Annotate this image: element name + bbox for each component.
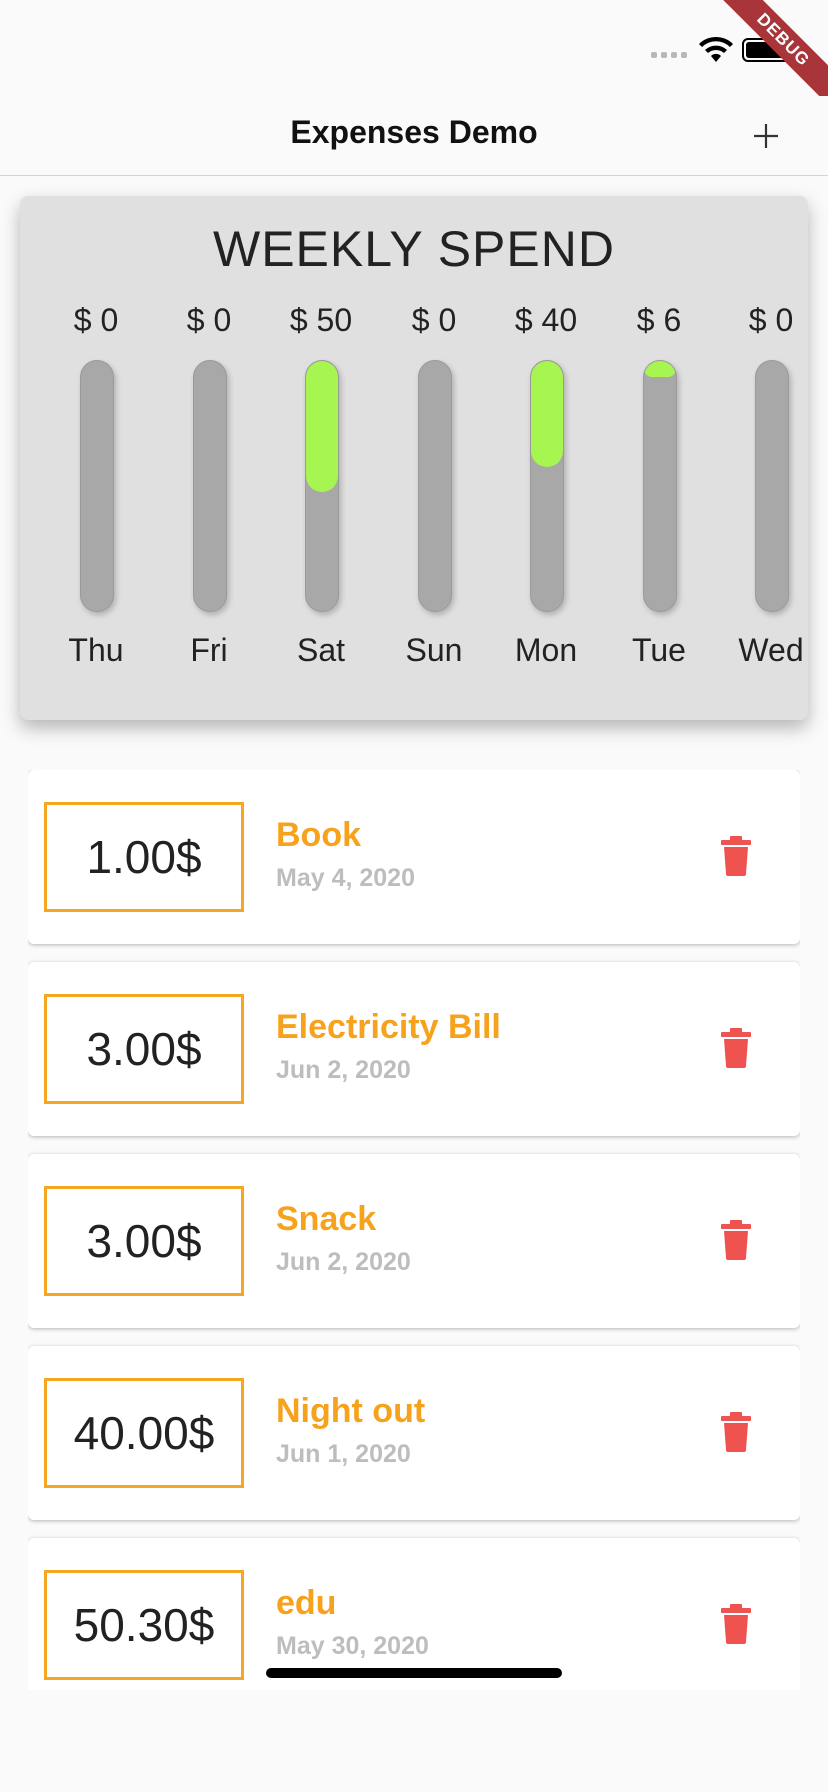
- bar-fill: [644, 361, 676, 377]
- bar-amount-label: $ 40: [514, 302, 578, 338]
- expense-title: Book: [276, 816, 361, 854]
- expense-title: edu: [276, 1584, 337, 1622]
- bar-track: [530, 360, 564, 612]
- bar-amount-label: $ 0: [411, 302, 457, 338]
- chart-bar-mon: $ 40 Mon: [490, 302, 602, 682]
- trash-icon: [720, 1028, 752, 1072]
- delete-expense-button[interactable]: [720, 1220, 752, 1260]
- bar-track: [305, 360, 339, 612]
- bar-day-label: Fri: [190, 632, 228, 668]
- trash-icon: [720, 1220, 752, 1264]
- expense-item[interactable]: 3.00$ Electricity Bill Jun 2, 2020: [28, 962, 800, 1136]
- expense-amount: 1.00$: [44, 802, 244, 912]
- bar-track: [418, 360, 452, 612]
- expense-item[interactable]: 1.00$ Book May 4, 2020: [28, 770, 800, 944]
- bar-fill: [306, 361, 338, 493]
- bar-amount-label: $ 0: [186, 302, 232, 338]
- delete-expense-button[interactable]: [720, 1412, 752, 1452]
- bar-amount-label: $ 0: [748, 302, 794, 338]
- chart-bar-thu: $ 0 Thu: [40, 302, 152, 682]
- expense-amount: 3.00$: [44, 1186, 244, 1296]
- page-title: Expenses Demo: [290, 114, 538, 150]
- bar-day-label: Wed: [738, 632, 804, 668]
- expense-list: 1.00$ Book May 4, 2020 3.00$ Electricity Bil…: [28, 770, 800, 1690]
- expense-item[interactable]: 40.00$ Night out Jun 1, 2020: [28, 1346, 800, 1520]
- expense-amount: 40.00$: [44, 1378, 244, 1488]
- expense-amount: 50.30$: [44, 1570, 244, 1680]
- chart-bar-sun: $ 0 Sun: [378, 302, 490, 682]
- plus-icon: [754, 124, 778, 148]
- bar-day-label: Mon: [514, 632, 578, 668]
- bar-track: [755, 360, 789, 612]
- chart-bar-sat: $ 50 Sat: [265, 302, 377, 682]
- bar-day-label: Tue: [632, 632, 686, 668]
- expense-item[interactable]: 3.00$ Snack Jun 2, 2020: [28, 1154, 800, 1328]
- bar-day-label: Sat: [296, 632, 346, 668]
- debug-banner: DEBUG: [718, 0, 828, 110]
- trash-icon: [720, 836, 752, 880]
- delete-expense-button[interactable]: [720, 836, 752, 876]
- bar-day-label: Sun: [405, 632, 463, 668]
- expense-date: May 4, 2020: [276, 864, 415, 892]
- chart-bar-wed: $ 0 Wed: [715, 302, 827, 682]
- bar-amount-label: $ 50: [289, 302, 353, 338]
- expense-date: Jun 2, 2020: [276, 1056, 411, 1084]
- expense-amount: 3.00$: [44, 994, 244, 1104]
- add-expense-button[interactable]: [744, 114, 788, 158]
- debug-banner-label: DEBUG: [718, 0, 828, 110]
- expense-date: Jun 2, 2020: [276, 1248, 411, 1276]
- expense-date: May 30, 2020: [276, 1632, 429, 1660]
- expense-title: Electricity Bill: [276, 1008, 501, 1046]
- bar-amount-label: $ 6: [636, 302, 682, 338]
- bar-track: [80, 360, 114, 612]
- expense-title: Snack: [276, 1200, 377, 1238]
- bar-track: [193, 360, 227, 612]
- chart-bar-fri: $ 0 Fri: [153, 302, 265, 682]
- trash-icon: [720, 1412, 752, 1456]
- cellular-signal-icon: [651, 52, 687, 58]
- delete-expense-button[interactable]: [720, 1028, 752, 1068]
- weekly-spend-chart: WEEKLY SPEND $ 0 Thu $ 0 Fri $ 50 Sat $ 0 Sun $ …: [20, 196, 808, 720]
- chart-bar-tue: $ 6 Tue: [603, 302, 715, 682]
- trash-icon: [720, 1604, 752, 1648]
- bar-track: [643, 360, 677, 612]
- chart-title: WEEKLY SPEND: [213, 221, 615, 277]
- delete-expense-button[interactable]: [720, 1604, 752, 1644]
- app-bar: Expenses Demo: [0, 96, 828, 176]
- bar-fill: [531, 361, 563, 467]
- expense-title: Night out: [276, 1392, 426, 1430]
- expense-date: Jun 1, 2020: [276, 1440, 411, 1468]
- bar-amount-label: $ 0: [73, 302, 119, 338]
- bar-day-label: Thu: [68, 632, 124, 668]
- home-indicator: [266, 1668, 562, 1678]
- status-bar: DEBUG: [0, 0, 828, 110]
